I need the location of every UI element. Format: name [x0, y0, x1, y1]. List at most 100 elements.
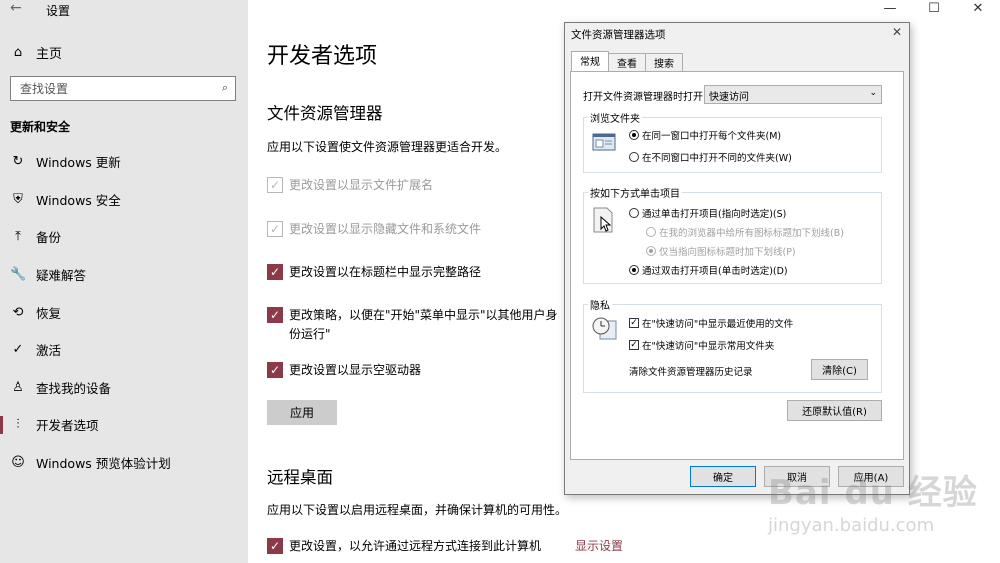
privacy-frequent-folders[interactable]: ✓ 在"快速访问"中显示常用文件夹 [629, 338, 774, 352]
document-cursor-icon [592, 207, 616, 240]
sidebar-item-label: 恢复 [36, 305, 62, 321]
checkbox-checked-icon[interactable]: ✓ [267, 177, 283, 193]
shield-icon: ⛨ [13, 191, 23, 207]
nav-home[interactable]: ⌂ 主页 [10, 42, 62, 62]
folder-options-dialog: 文件资源管理器选项 ✕ 常规 查看 搜索 打开文件资源管理器时打开: 快速访问 … [564, 22, 910, 495]
explorer-description: 应用以下设置使文件资源管理器更适合开发。 [267, 140, 508, 154]
remote-option[interactable]: ✓ 更改设置，以允许通过远程方式连接到此计算机 显示设置 [267, 537, 623, 556]
clear-history-label: 清除文件资源管理器历史记录 [629, 367, 753, 378]
wrench-icon: 🔧 [10, 267, 27, 283]
radio-unselected-icon[interactable] [629, 208, 639, 218]
checkbox-checked-icon[interactable]: ✓ [267, 264, 283, 280]
tab-general[interactable]: 常规 [571, 51, 609, 71]
browse-same-window[interactable]: 在同一窗口中打开每个文件夹(M) [629, 128, 781, 142]
checkbox-checked-icon[interactable]: ✓ [267, 362, 283, 378]
search-box[interactable]: ⌕ [10, 76, 236, 101]
nav-list: ↻ Windows 更新 ⛨ Windows 安全 ⤒ 备份 🔧 疑难解答 ⟲ 恢复 ✓ 激活 ♙ 查找我… [0, 143, 248, 481]
dialog-title: 文件资源管理器选项 [571, 29, 666, 41]
sidebar-item-label: 查找我的设备 [36, 380, 112, 396]
upload-arrow-icon: ⤒ [15, 229, 21, 245]
explorer-option-label: 更改设置以在标题栏中显示完整路径 [289, 265, 482, 279]
click-items-title: 按如下方式单击项目 [588, 185, 682, 200]
explorer-option[interactable]: ✓ 更改设置以显示空驱动器 [267, 361, 567, 380]
privacy-clock-icon [592, 315, 618, 346]
explorer-heading: 文件资源管理器 [267, 104, 383, 123]
section-title: 更新和安全 [10, 120, 71, 134]
person-pin-icon: ♙ [12, 379, 24, 395]
explorer-option[interactable]: ✓ 更改设置以显示隐藏文件和系统文件 [267, 220, 567, 239]
radio-unselected-icon[interactable] [646, 227, 656, 237]
open-explorer-value: 快速访问 [709, 92, 749, 103]
settings-sidebar: ← 设置 ⌂ 主页 ⌕ 更新和安全 ↻ Windows 更新 ⛨ Windows 安全… [0, 0, 248, 563]
page-title: 开发者选项 [267, 44, 378, 69]
search-icon[interactable]: ⌕ [222, 81, 228, 95]
checkbox-checked-icon[interactable]: ✓ [629, 340, 639, 350]
checkbox-checked-icon[interactable]: ✓ [629, 318, 639, 328]
window-controls: — ☐ ✕ [868, 0, 1000, 16]
dialog-apply-button[interactable]: 应用(A) [838, 466, 904, 487]
sidebar-item-activation[interactable]: ✓ 激活 [0, 331, 248, 369]
minimize-icon[interactable]: — [868, 0, 912, 16]
browse-folders-group: 浏览文件夹 在同一窗口中打开每个文件夹(M) 在不同窗口中打开不同的文件夹(W) [583, 110, 882, 173]
explorer-option[interactable]: ✓ 更改策略，以便在"开始"菜单中显示"以其他用户身份运行" [267, 306, 567, 344]
sidebar-item-label: 疑难解答 [36, 268, 87, 284]
checkbox-checked-icon[interactable]: ✓ [267, 307, 283, 323]
insider-icon: ☺ [11, 455, 25, 471]
remote-option-label: 更改设置，以允许通过远程方式连接到此计算机 [289, 539, 542, 553]
sidebar-item-troubleshoot[interactable]: 🔧 疑难解答 [0, 256, 248, 294]
show-settings-link[interactable]: 显示设置 [575, 537, 623, 556]
close-icon[interactable]: ✕ [956, 0, 1000, 16]
checkbox-checked-icon[interactable]: ✓ [267, 221, 283, 237]
sidebar-item-label: 激活 [36, 343, 62, 359]
history-icon: ⟲ [12, 304, 24, 320]
radio-unselected-icon[interactable] [629, 152, 639, 162]
sidebar-item-windows-insider[interactable]: ☺ Windows 预览体验计划 [0, 444, 248, 482]
click-underline-all[interactable]: 在我的浏览器中给所有图标标题加下划线(B) [646, 225, 844, 239]
explorer-option[interactable]: ✓ 更改设置以在标题栏中显示完整路径 [267, 263, 567, 282]
maximize-icon[interactable]: ☐ [912, 0, 956, 16]
sidebar-item-windows-update[interactable]: ↻ Windows 更新 [0, 143, 248, 181]
browse-folders-title: 浏览文件夹 [588, 110, 642, 125]
tab-panel-general: 打开文件资源管理器时打开: 快速访问 ⌄ 浏览文件夹 在同一窗口中打开每个文件夹… [570, 71, 904, 460]
home-icon: ⌂ [13, 44, 23, 60]
open-explorer-label: 打开文件资源管理器时打开: [583, 92, 707, 103]
click-double[interactable]: 通过双击打开项目(单击时选定)(D) [629, 263, 788, 277]
folder-window-icon [592, 132, 616, 157]
click-single[interactable]: 通过单击打开项目(指向时选定)(S) [629, 206, 786, 220]
privacy-recent-files[interactable]: ✓ 在"快速访问"中显示最近使用的文件 [629, 316, 793, 330]
dialog-tabs: 常规 查看 搜索 [571, 51, 683, 71]
apply-button[interactable]: 应用 [267, 400, 337, 425]
radio-selected-icon[interactable] [646, 246, 656, 256]
browse-new-window[interactable]: 在不同窗口中打开不同的文件夹(W) [629, 150, 792, 164]
checkbox-checked-icon[interactable]: ✓ [267, 538, 283, 554]
clear-button[interactable]: 清除(C) [811, 359, 868, 380]
refresh-icon: ↻ [12, 154, 24, 170]
tab-search[interactable]: 搜索 [645, 53, 683, 71]
cancel-button[interactable]: 取消 [764, 466, 830, 487]
click-items-group: 按如下方式单击项目 通过单击打开项目(指向时选定)(S) 在我的浏览器中给所有图… [583, 185, 882, 284]
open-explorer-select[interactable]: 快速访问 ⌄ [704, 85, 882, 104]
search-input[interactable] [11, 77, 201, 100]
explorer-option[interactable]: ✓ 更改设置以显示文件扩展名 [267, 176, 567, 195]
sidebar-item-backup[interactable]: ⤒ 备份 [0, 218, 248, 256]
click-underline-point[interactable]: 仅当指向图标标题时加下划线(P) [646, 244, 796, 258]
sidebar-item-for-developers[interactable]: ⫶ 开发者选项 [0, 406, 248, 444]
explorer-option-label: 更改设置以显示隐藏文件和系统文件 [289, 222, 482, 236]
sidebar-item-windows-security[interactable]: ⛨ Windows 安全 [0, 181, 248, 219]
ok-button[interactable]: 确定 [690, 466, 756, 487]
sidebar-item-recovery[interactable]: ⟲ 恢复 [0, 293, 248, 331]
explorer-option-label: 更改策略，以便在"开始"菜单中显示"以其他用户身份运行" [289, 308, 558, 341]
explorer-option-label: 更改设置以显示空驱动器 [289, 363, 422, 377]
sidebar-item-label: 备份 [36, 230, 62, 246]
back-arrow-icon[interactable]: ← [10, 0, 22, 16]
privacy-group: 隐私 ✓ 在"快速访问"中显示最近使用的文件 ✓ 在"快速访问"中显示常用文件夹… [583, 297, 882, 393]
restore-defaults-button[interactable]: 还原默认值(R) [787, 400, 882, 421]
developer-icon: ⫶ [16, 417, 20, 433]
close-icon[interactable]: ✕ [892, 25, 902, 39]
radio-selected-icon[interactable] [629, 265, 639, 275]
radio-selected-icon[interactable] [629, 130, 639, 140]
privacy-title: 隐私 [588, 297, 612, 312]
chevron-down-icon: ⌄ [869, 88, 877, 98]
tab-view[interactable]: 查看 [608, 53, 646, 71]
sidebar-item-find-my-device[interactable]: ♙ 查找我的设备 [0, 369, 248, 407]
